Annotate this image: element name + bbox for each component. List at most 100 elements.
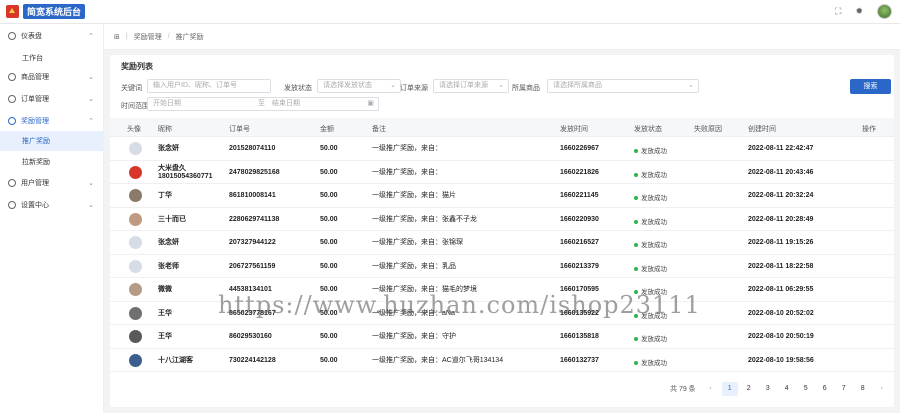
- status-badge: 发放成功: [634, 216, 667, 226]
- avatar: [129, 236, 142, 249]
- avatar: [129, 142, 142, 155]
- nickname-cell: 王华: [158, 333, 172, 340]
- created-cell: 2022-08-10 19:58:56: [748, 356, 814, 364]
- grid-icon[interactable]: ⊞: [114, 33, 120, 41]
- created-cell: 2022-08-11 20:32:24: [748, 192, 814, 199]
- page-button[interactable]: 3: [760, 382, 776, 396]
- dashboard-icon: [8, 32, 16, 40]
- nickname-cell: 张念妍: [158, 145, 179, 152]
- sidebar-item-label: 推广奖励: [22, 138, 50, 145]
- table-row: 王华 865023778167 50.00 一级推广奖励，来自：aNa 16601359…: [110, 302, 894, 325]
- status-dot-icon: [634, 290, 638, 295]
- next-page-button[interactable]: ›: [874, 382, 890, 396]
- amount-cell: 50.00: [320, 239, 338, 246]
- sidebar-item-promo-reward[interactable]: 推广奖励: [0, 131, 104, 151]
- status-badge: 发放成功: [634, 286, 667, 296]
- sidebar-item-workbench[interactable]: 工作台: [0, 48, 104, 68]
- goods-select[interactable]: 请选择所属商品 ⌄: [547, 79, 699, 93]
- chevron-up-icon: ⌃: [88, 118, 94, 125]
- date-start[interactable]: 开始日期: [153, 100, 181, 107]
- remark-cell: 一级推广奖励，来自：: [372, 168, 442, 176]
- created-cell: 2022-08-10 20:52:02: [748, 309, 814, 317]
- sidebar-item-users[interactable]: 用户管理 ⌄: [0, 173, 104, 193]
- nickname-cell: 十八江湖客: [158, 356, 193, 364]
- sidebar-item-label: 用户管理: [21, 180, 49, 187]
- status-badge: 发放成功: [634, 333, 667, 343]
- created-cell: 2022-08-11 18:22:58: [748, 262, 814, 270]
- amount-cell: 50.00: [320, 309, 338, 317]
- page-button[interactable]: 8: [855, 382, 871, 396]
- table-row: 王华 86029530160 50.00 一级推广奖励，来自：守护 1660135818…: [110, 325, 894, 349]
- page-button[interactable]: 7: [836, 382, 852, 396]
- page-button[interactable]: 5: [798, 382, 814, 396]
- column-header: 创建时间: [748, 126, 776, 133]
- user-avatar[interactable]: [877, 4, 892, 19]
- gear-icon: [8, 201, 16, 209]
- chevron-down-icon: ⌄: [390, 82, 396, 89]
- status-badge: 发放成功: [634, 169, 667, 179]
- sun-icon[interactable]: ✹: [855, 6, 863, 17]
- avatar: [129, 165, 142, 179]
- status-badge: 发放成功: [634, 310, 667, 320]
- column-header: 昵称: [158, 126, 172, 133]
- sidebar-item-settings[interactable]: 设置中心 ⌄: [0, 195, 104, 215]
- source-select[interactable]: 请选择订单来源 ⌄: [433, 79, 509, 93]
- sidebar-item-rewards[interactable]: 奖励管理 ⌃: [0, 111, 104, 131]
- amount-cell: 50.00: [320, 145, 338, 152]
- avatar: [129, 330, 142, 343]
- sidebar-item-orders[interactable]: 订单管理 ⌄: [0, 89, 104, 109]
- column-header: 头像: [127, 126, 141, 133]
- table-row: 微微 44538134101 50.00 一级推广奖励，来自：猫毛的梦境 1660170…: [110, 278, 894, 302]
- column-header: 备注: [372, 126, 386, 133]
- sidebar-item-invite-reward[interactable]: 拉新奖励: [0, 152, 104, 172]
- page-button[interactable]: 1: [721, 382, 738, 396]
- sidebar-item-goods[interactable]: 商品管理 ⌄: [0, 67, 104, 87]
- pagination: 共 79 条 ‹ 1 2 3 4 5 6 7 8 ›: [670, 382, 890, 396]
- table-row: 三十而已 2280629741138 50.00 一级推广奖励，来自：张鑫不子龙 166…: [110, 208, 894, 231]
- page-title: 奖励列表: [121, 62, 153, 71]
- app-logo[interactable]: 简宽系统后台: [6, 4, 86, 19]
- table-row: 丁华 861810008141 50.00 一级推广奖励，来自：猫片 166022114…: [110, 184, 894, 208]
- nickname-cell: 大米盘久18015054360771: [158, 164, 213, 180]
- date-range-picker[interactable]: 开始日期 至 结束日期 ▣: [147, 97, 379, 111]
- page-button[interactable]: 6: [817, 382, 833, 396]
- status-text: 发放成功: [641, 289, 667, 296]
- search-button[interactable]: 搜索: [850, 79, 891, 94]
- nickname-cell: 张老师: [158, 262, 179, 270]
- time-cell: 1660135818: [560, 333, 599, 340]
- breadcrumb-item[interactable]: 奖励管理: [134, 32, 162, 42]
- status-badge: 发放成功: [634, 239, 667, 249]
- avatar: [129, 353, 142, 367]
- time-cell: 1660132737: [560, 356, 599, 364]
- status-text: 发放成功: [641, 336, 667, 343]
- status-text: 发放成功: [641, 312, 667, 320]
- nickname-cell: 丁华: [158, 192, 172, 199]
- created-cell: 2022-08-11 20:43:46: [748, 168, 814, 176]
- page-button[interactable]: 4: [779, 382, 795, 396]
- fullscreen-icon[interactable]: ⛶: [835, 6, 841, 17]
- keyword-input[interactable]: 输入用户ID、昵称、订单号: [147, 79, 271, 93]
- logo-text: 简宽系统后台: [23, 4, 86, 19]
- page-button[interactable]: 2: [741, 382, 757, 396]
- status-label: 发放状态: [284, 85, 312, 92]
- order-cell: 206727561159: [229, 262, 276, 270]
- table-row: 十八江湖客 730224142128 50.00 一级推广奖励，来自：AC道尔飞哥13…: [110, 349, 894, 372]
- chevron-down-icon: ⌄: [88, 202, 94, 209]
- status-text: 发放成功: [641, 359, 667, 367]
- remark-cell: 一级推广奖励，来自：张锦琛: [372, 239, 463, 246]
- table-row: 大米盘久18015054360771 2478029825168 50.00 一级推广…: [110, 161, 894, 184]
- created-cell: 2022-08-11 20:28:49: [748, 215, 814, 223]
- status-dot-icon: [634, 196, 638, 201]
- created-cell: 2022-08-10 20:50:19: [748, 333, 814, 340]
- avatar: [129, 306, 142, 320]
- remark-cell: 一级推广奖励，来自：守护: [372, 333, 456, 340]
- status-select[interactable]: 请选择发放状态 ⌄: [317, 79, 401, 93]
- sidebar-item-label: 拉新奖励: [22, 159, 50, 166]
- status-dot-icon: [634, 219, 638, 224]
- date-end[interactable]: 结束日期: [272, 98, 300, 110]
- keyword-label: 关键词: [121, 85, 142, 92]
- prev-page-button[interactable]: ‹: [703, 382, 719, 396]
- column-header: 金额: [320, 126, 334, 133]
- status-badge: 发放成功: [634, 357, 667, 367]
- sidebar-item-dashboard[interactable]: 仪表盘 ⌃: [0, 26, 104, 46]
